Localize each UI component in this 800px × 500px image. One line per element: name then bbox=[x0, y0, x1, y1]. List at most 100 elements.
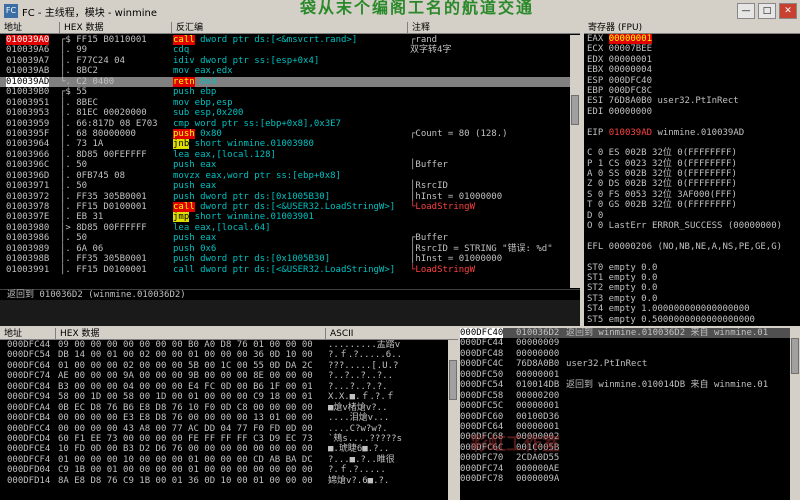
stack-scrollbar[interactable] bbox=[790, 328, 800, 500]
disasm-row[interactable]: 010039A6 │. 99 cdq 双字转4字 bbox=[0, 45, 570, 55]
disasm-row[interactable]: 010039A7 │. F77C24 04 idiv dword ptr ss:[e… bbox=[0, 56, 570, 66]
row-address[interactable]: 01003991 bbox=[6, 265, 49, 275]
disasm-row[interactable]: 01003978 │. FF15 D0100001 call dword ptr d… bbox=[0, 202, 570, 212]
register-row[interactable] bbox=[584, 252, 800, 262]
col-comment[interactable]: 注释 bbox=[408, 22, 578, 34]
row-address[interactable]: 01003966 bbox=[6, 150, 49, 160]
stack-row[interactable]: 000DFC54 010014DB 返回到 winmine.010014DB 来自 … bbox=[460, 380, 790, 390]
row-address[interactable]: 01003986 bbox=[6, 233, 49, 243]
register-row[interactable]: Z 0 DS 002B 32位 0(FFFFFFFF) bbox=[584, 179, 800, 189]
row-address[interactable]: 01003964 bbox=[6, 139, 49, 149]
row-address[interactable]: 01003959 bbox=[6, 119, 49, 129]
disasm-row[interactable]: 010039B0 ┌$ 55 push ebp bbox=[0, 87, 570, 97]
register-row[interactable] bbox=[584, 138, 800, 148]
register-row[interactable]: EBX 00000004 bbox=[584, 65, 800, 75]
disasm-row[interactable]: 0100397E │. EB 31 jmp short winmine.010039… bbox=[0, 212, 570, 223]
col-disasm[interactable]: 反汇编 bbox=[172, 22, 408, 34]
dump-address[interactable]: 000DFCE4 bbox=[7, 444, 50, 454]
dump-row[interactable]: 000DFCB4 00 00 00 00 E3 E8 D8 76 00 00 00… bbox=[0, 413, 448, 423]
register-row[interactable] bbox=[584, 117, 800, 127]
disasm-row[interactable]: 01003959 │. 66:817D 08 E703 cmp word ptr s… bbox=[0, 119, 570, 129]
disasm-row[interactable]: 01003986 │. 50 push eax ┌Buffer bbox=[0, 233, 570, 243]
row-address[interactable]: 010039A7 bbox=[6, 56, 49, 66]
register-row[interactable]: ESI 76D8A0B0 user32.PtInRect bbox=[584, 96, 800, 106]
stack-row[interactable]: 000DFC60 00100D36 bbox=[460, 412, 790, 422]
register-row[interactable]: EDI 00000000 bbox=[584, 107, 800, 117]
disasm-scrollbar[interactable] bbox=[570, 35, 580, 288]
register-row[interactable]: EIP 010039AD winmine.010039AD bbox=[584, 128, 800, 138]
disasm-row[interactable]: 01003953 │. 81EC 00020000 sub esp,0x200 bbox=[0, 108, 570, 118]
stack-address[interactable]: 000DFC58 bbox=[460, 391, 503, 401]
maximize-button[interactable]: □ bbox=[758, 3, 776, 19]
register-row[interactable] bbox=[584, 231, 800, 241]
stack-row[interactable]: 000DFC48 00000000 bbox=[460, 349, 790, 359]
dump-address[interactable]: 000DFC74 bbox=[7, 371, 50, 381]
stack-row[interactable]: 000DFC50 00000001 bbox=[460, 370, 790, 380]
disasm-row[interactable]: 0100398B │. FF35 305B0001 push dword ptr d… bbox=[0, 254, 570, 264]
row-address[interactable]: 0100398B bbox=[6, 254, 49, 264]
stack-row[interactable]: 000DFC58 00000200 bbox=[460, 391, 790, 401]
dump-row[interactable]: 000DFCD4 60 F1 EE 73 00 00 00 00 FE FF FF… bbox=[0, 434, 448, 444]
dump-row[interactable]: 000DFC74 AE 00 00 00 9A 00 00 00 9B 00 00… bbox=[0, 371, 448, 381]
row-address[interactable]: 010039AB bbox=[6, 66, 49, 76]
disasm-row[interactable]: 010039A0 ┌$ FF15 B0110001 call dword ptr d… bbox=[0, 35, 570, 46]
register-row[interactable]: T 0 GS 002B 32位 0(FFFFFFFF) bbox=[584, 200, 800, 210]
register-row[interactable]: A 0 SS 002B 32位 0(FFFFFFFF) bbox=[584, 169, 800, 179]
stack-row[interactable]: 000DFC5C 00000001 bbox=[460, 401, 790, 411]
stack-address[interactable]: 000DFC44 bbox=[460, 338, 503, 348]
dump-row[interactable]: 000DFCC4 00 00 00 00 43 A8 00 77 AC DD 04… bbox=[0, 424, 448, 434]
stack-row[interactable]: 000DFC4C 76D8A0B0 user32.PtInRect bbox=[460, 359, 790, 369]
register-row[interactable]: C 0 ES 002B 32位 0(FFFFFFFF) bbox=[584, 148, 800, 158]
register-row[interactable]: EBP 000DFC8C bbox=[584, 86, 800, 96]
dump-address[interactable]: 000DFC44 bbox=[7, 340, 50, 350]
row-address[interactable]: 010039AD bbox=[6, 76, 50, 88]
close-button[interactable]: ✕ bbox=[779, 3, 797, 19]
stack-pane[interactable]: 000DFC40 010036D2 返回到 winmine.010036D2 来自 … bbox=[460, 328, 790, 500]
disasm-row[interactable]: 01003951 │. 8BEC mov ebp,esp bbox=[0, 98, 570, 108]
row-address[interactable]: 0100397E bbox=[6, 212, 49, 222]
register-row[interactable]: ESP 000DFC40 bbox=[584, 76, 800, 86]
stack-address[interactable]: 000DFC50 bbox=[460, 370, 503, 380]
register-pane[interactable]: EAX 00000001 ECX 00007BEE EDX 00000001 EBX … bbox=[584, 34, 800, 325]
row-address[interactable]: 010039A0 bbox=[6, 35, 50, 46]
disasm-row[interactable]: 01003972 │. FF35 305B0001 push dword ptr d… bbox=[0, 192, 570, 202]
dump-address[interactable]: 000DFD14 bbox=[7, 476, 50, 486]
row-address[interactable]: 01003980 bbox=[6, 223, 49, 233]
disasm-row[interactable]: 01003964 │. 73 1A jnb short winmine.010039… bbox=[0, 139, 570, 150]
stack-row[interactable]: 000DFC40 010036D2 返回到 winmine.010036D2 来自 … bbox=[460, 328, 790, 339]
col-hex[interactable]: HEX 数据 bbox=[60, 22, 172, 34]
row-address[interactable]: 01003989 bbox=[6, 244, 49, 254]
stack-row[interactable]: 000DFC78 0000009A bbox=[460, 474, 790, 484]
dump-address[interactable]: 000DFCC4 bbox=[7, 424, 50, 434]
row-address[interactable]: 01003971 bbox=[6, 181, 49, 191]
dump-address[interactable]: 000DFCF4 bbox=[7, 455, 50, 465]
row-address[interactable]: 0100396D bbox=[6, 171, 49, 181]
row-address[interactable]: 010039B0 bbox=[6, 87, 49, 97]
dump-scrollbar[interactable] bbox=[448, 340, 458, 500]
disasm-row[interactable]: 01003989 │. 6A 06 push 0x6 │RsrcID = STRING… bbox=[0, 244, 570, 254]
row-address[interactable]: 01003978 bbox=[6, 202, 49, 212]
register-row[interactable]: S 0 FS 0053 32位 3AF000(FFF) bbox=[584, 190, 800, 200]
dump-address[interactable]: 000DFCA4 bbox=[7, 403, 50, 413]
disassembly-pane[interactable]: 010039A0 ┌$ FF15 B0110001 call dword ptr d… bbox=[0, 35, 570, 288]
register-row[interactable]: ST5 empty 0.5000000000000000000 bbox=[584, 315, 800, 325]
register-row[interactable]: EAX 00000001 bbox=[584, 34, 800, 44]
dump-col-address[interactable]: 地址 bbox=[0, 328, 56, 340]
register-row[interactable]: ST2 empty 0.0 bbox=[584, 283, 800, 293]
register-row[interactable]: ST0 empty 0.0 bbox=[584, 263, 800, 273]
dump-row[interactable]: 000DFCF4 01 00 00 00 10 00 00 00 01 00 00… bbox=[0, 455, 448, 465]
dump-row[interactable]: 000DFD14 8A E8 D8 76 C9 1B 00 01 36 0D 10… bbox=[0, 476, 448, 486]
stack-address[interactable]: 000DFC78 bbox=[460, 474, 503, 484]
dump-address[interactable]: 000DFCD4 bbox=[7, 434, 50, 444]
row-address[interactable]: 01003953 bbox=[6, 108, 49, 118]
stack-address[interactable]: 000DFC74 bbox=[460, 464, 503, 474]
dump-address[interactable]: 000DFC54 bbox=[7, 350, 50, 360]
dump-address[interactable]: 000DFCB4 bbox=[7, 413, 50, 423]
dump-row[interactable]: 000DFC54 DB 14 00 01 00 02 00 00 01 00 00… bbox=[0, 350, 448, 360]
register-row[interactable]: ST3 empty 0.0 bbox=[584, 294, 800, 304]
register-value[interactable]: 010039AD bbox=[609, 128, 652, 138]
register-row[interactable]: P 1 CS 0023 32位 0(FFFFFFFF) bbox=[584, 159, 800, 169]
disasm-row[interactable]: 0100396C │. 50 push eax │Buffer bbox=[0, 160, 570, 170]
disasm-row[interactable]: 01003980 │> 8D85 00FFFFFF lea eax,[local.6… bbox=[0, 223, 570, 233]
row-address[interactable]: 01003951 bbox=[6, 98, 49, 108]
